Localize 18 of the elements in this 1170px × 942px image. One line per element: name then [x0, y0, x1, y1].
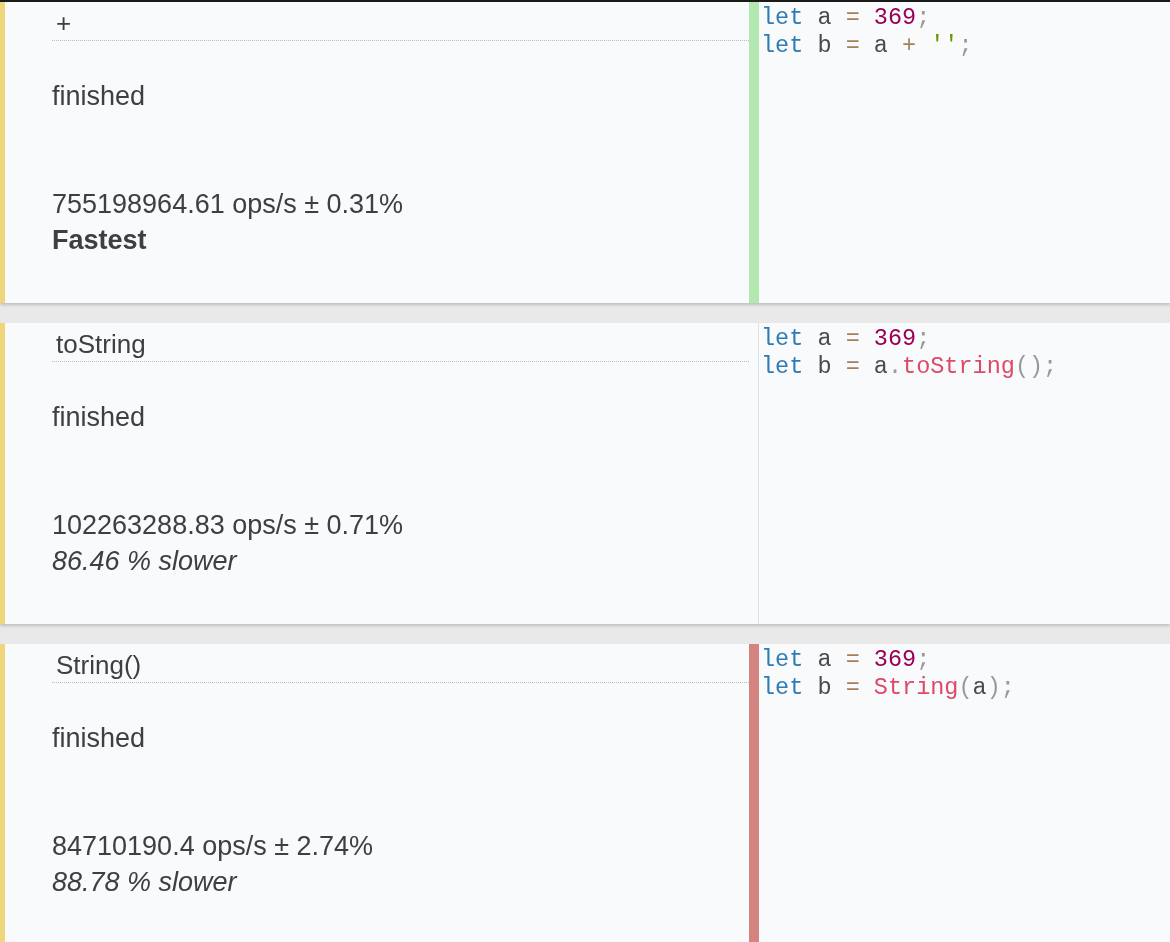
- code-line: let a = 369;: [761, 325, 931, 353]
- result-text: 84710190.4 ops/s ± 2.74%: [52, 830, 374, 863]
- verdict-text: 86.46 % slower: [52, 545, 237, 578]
- status-text: finished: [52, 722, 146, 755]
- result-text: 755198964.61 ops/s ± 0.31%: [52, 188, 404, 221]
- status-text: finished: [52, 80, 146, 113]
- verdict-text: 88.78 % slower: [52, 866, 237, 899]
- verdict-text: Fastest: [52, 224, 147, 257]
- code-line: let b = a.toString();: [761, 353, 1058, 381]
- status-text: finished: [52, 401, 146, 434]
- code-line: let b = a + '';: [761, 32, 973, 60]
- test-name-input[interactable]: +: [52, 6, 749, 41]
- code-line: let a = 369;: [761, 4, 931, 32]
- code-line: let b = String(a);: [761, 674, 1015, 702]
- test-name-input[interactable]: toString: [52, 327, 749, 362]
- result-text: 102263288.83 ops/s ± 0.71%: [52, 509, 404, 542]
- test-name-input[interactable]: String(): [52, 648, 749, 683]
- code-line: let a = 369;: [761, 646, 931, 674]
